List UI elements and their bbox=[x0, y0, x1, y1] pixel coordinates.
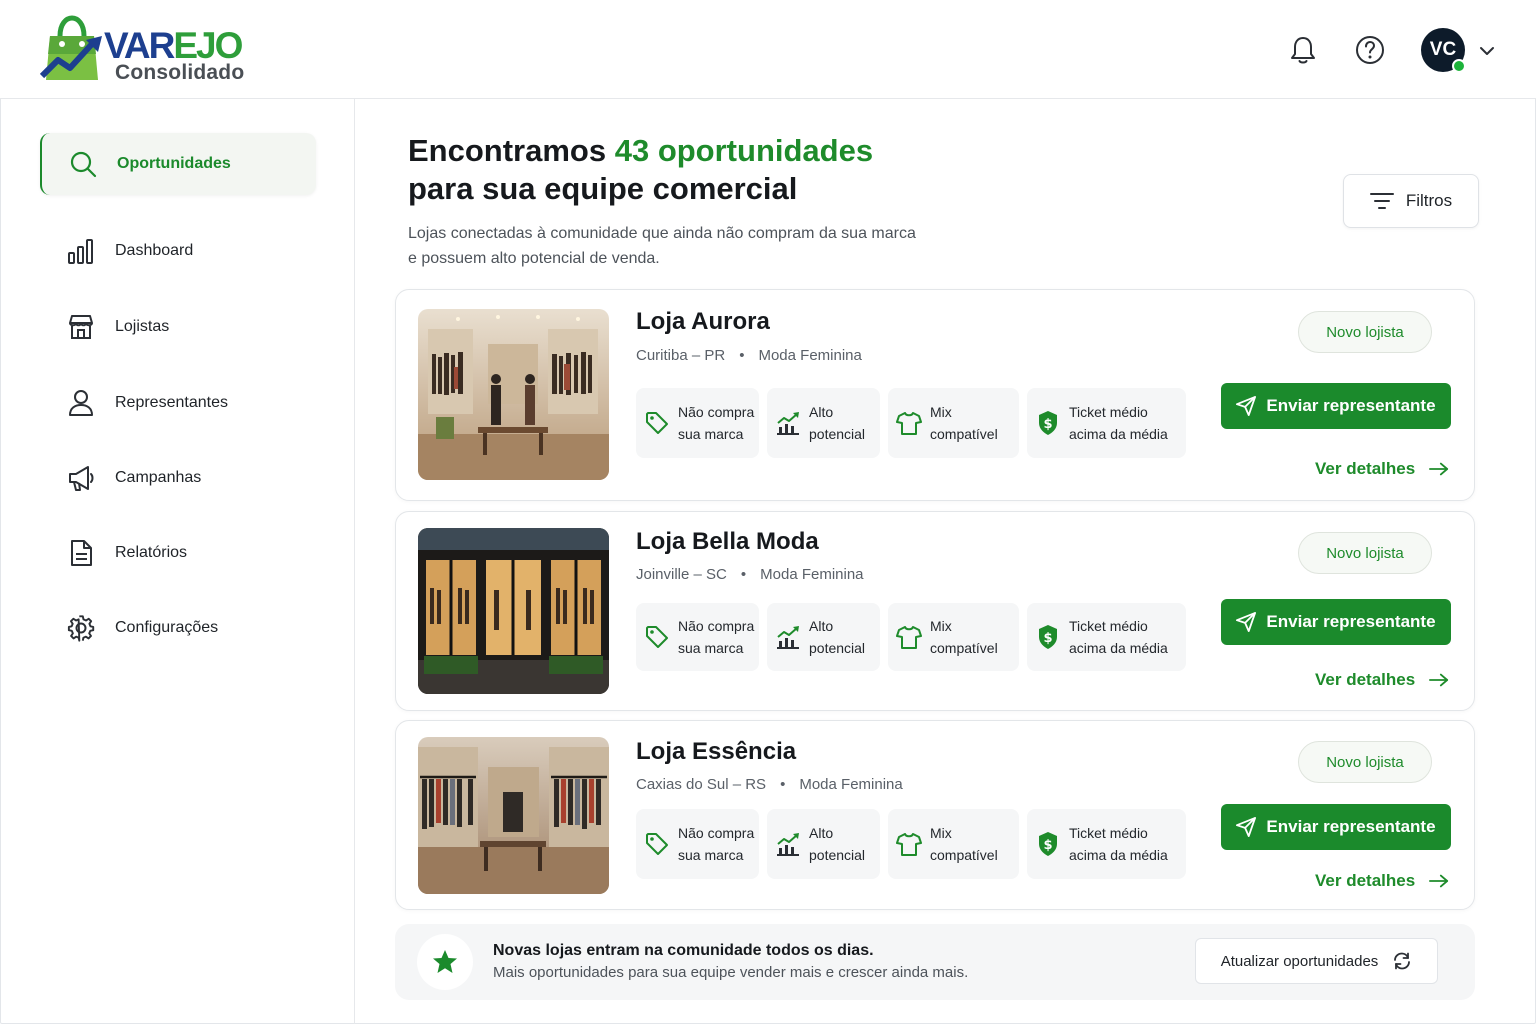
store-card[interactable]: Loja Essência Caxias do Sul – RS • Moda Fe… bbox=[395, 720, 1475, 910]
chip-mix-compativel: Mix compatível bbox=[888, 388, 1019, 458]
filters-label: Filtros bbox=[1405, 191, 1453, 210]
send-representative-button[interactable]: Enviar representante bbox=[1221, 383, 1451, 429]
search-icon bbox=[70, 151, 97, 178]
store-name[interactable]: Loja Essência bbox=[636, 738, 796, 766]
tshirt-icon bbox=[896, 410, 922, 436]
sidebar-item-label: Configurações bbox=[115, 619, 219, 636]
sidebar-item-label: Lojistas bbox=[115, 318, 170, 335]
chip-alto-potencial: Alto potencial bbox=[767, 388, 880, 458]
growth-chart-icon bbox=[775, 410, 801, 436]
chip-nao-compra: Não compra sua marca bbox=[636, 388, 759, 458]
status-badge: Novo lojista bbox=[1298, 532, 1432, 574]
document-icon bbox=[71, 540, 92, 566]
online-status-dot bbox=[1452, 59, 1466, 73]
send-representative-button[interactable]: Enviar representante bbox=[1221, 599, 1451, 645]
brand-wordmark: VAREJO bbox=[104, 25, 243, 66]
tag-icon bbox=[644, 624, 670, 650]
tag-icon bbox=[644, 410, 670, 436]
store-photo bbox=[418, 309, 609, 480]
filter-icon bbox=[1369, 193, 1394, 209]
sidebar-item-oportunidades[interactable]: Oportunidades bbox=[40, 133, 316, 195]
bell-icon[interactable] bbox=[1287, 34, 1319, 66]
tshirt-icon bbox=[896, 624, 922, 650]
growth-chart-icon bbox=[775, 831, 801, 857]
store-name[interactable]: Loja Bella Moda bbox=[636, 528, 819, 556]
banner-title: Novas lojas entram na comunidade todos o… bbox=[493, 942, 874, 959]
brand-tagline: Consolidado bbox=[115, 61, 245, 84]
view-details-link[interactable]: Ver detalhes bbox=[1315, 459, 1449, 479]
top-header: VAREJO Consolidado VC bbox=[0, 0, 1536, 99]
refresh-icon bbox=[1394, 952, 1411, 970]
shopping-bag-logo-icon bbox=[40, 15, 102, 80]
brand-logo[interactable]: VAREJO Consolidado bbox=[40, 14, 260, 86]
chip-nao-compra: Não compra sua marca bbox=[636, 809, 759, 879]
store-location: Curitiba – PR • Moda Feminina bbox=[636, 347, 862, 364]
megaphone-icon bbox=[69, 466, 94, 491]
chip-ticket-medio: Ticket médio acima da média bbox=[1027, 809, 1186, 879]
gear-icon bbox=[67, 615, 95, 642]
chip-nao-compra: Não compra sua marca bbox=[636, 603, 759, 671]
sidebar-item-campanhas[interactable]: Campanhas bbox=[40, 447, 316, 509]
chip-mix-compativel: Mix compatível bbox=[888, 809, 1019, 879]
chip-mix-compativel: Mix compatível bbox=[888, 603, 1019, 671]
info-banner: Novas lojas entram na comunidade todos o… bbox=[395, 924, 1475, 1000]
send-icon bbox=[1236, 612, 1256, 632]
help-icon[interactable] bbox=[1354, 34, 1386, 66]
refresh-label: Atualizar oportunidades bbox=[1220, 952, 1379, 970]
sidebar-item-lojistas[interactable]: Lojistas bbox=[40, 296, 316, 358]
arrow-right-icon bbox=[1429, 672, 1449, 688]
tshirt-icon bbox=[896, 831, 922, 857]
tag-icon bbox=[644, 831, 670, 857]
arrow-right-icon bbox=[1429, 461, 1449, 477]
store-card[interactable]: Loja Aurora Curitiba – PR • Moda Feminina … bbox=[395, 289, 1475, 501]
view-details-link[interactable]: Ver detalhes bbox=[1315, 871, 1449, 891]
sidebar-item-dashboard[interactable]: Dashboard bbox=[40, 220, 316, 282]
sidebar-item-relatorios[interactable]: Relatórios bbox=[40, 522, 316, 584]
store-photo bbox=[418, 528, 609, 694]
store-photo bbox=[418, 737, 609, 894]
chip-alto-potencial: Alto potencial bbox=[767, 809, 880, 879]
store-location: Joinville – SC • Moda Feminina bbox=[636, 566, 864, 583]
sidebar-item-label: Campanhas bbox=[115, 469, 202, 486]
banner-subtitle: Mais oportunidades para sua equipe vende… bbox=[493, 964, 969, 981]
chip-ticket-medio: Ticket médio acima da média bbox=[1027, 388, 1186, 458]
arrow-right-icon bbox=[1429, 873, 1449, 889]
sidebar-item-label: Representantes bbox=[115, 394, 228, 411]
chip-alto-potencial: Alto potencial bbox=[767, 603, 880, 671]
send-icon bbox=[1236, 817, 1256, 837]
sidebar: Oportunidades Dashboard Lojistas Represe… bbox=[0, 99, 355, 1024]
user-icon bbox=[69, 390, 93, 416]
status-badge: Novo lojista bbox=[1298, 311, 1432, 353]
page-subtitle: Lojas conectadas à comunidade que ainda … bbox=[408, 225, 916, 267]
send-representative-button[interactable]: Enviar representante bbox=[1221, 804, 1451, 850]
growth-chart-icon bbox=[775, 624, 801, 650]
store-name[interactable]: Loja Aurora bbox=[636, 308, 770, 336]
dollar-icon bbox=[1035, 624, 1061, 650]
chip-ticket-medio: Ticket médio acima da média bbox=[1027, 603, 1186, 671]
page-title: Encontramos 43 oportunidades para sua eq… bbox=[408, 133, 874, 206]
view-details-link[interactable]: Ver detalhes bbox=[1315, 670, 1449, 690]
bar-chart-icon bbox=[68, 239, 93, 264]
sidebar-item-label: Relatórios bbox=[115, 544, 188, 561]
send-icon bbox=[1236, 396, 1256, 416]
dollar-icon bbox=[1035, 410, 1061, 436]
star-badge bbox=[417, 934, 473, 990]
sidebar-item-configuracoes[interactable]: Configurações bbox=[40, 597, 316, 659]
store-icon bbox=[69, 315, 93, 339]
refresh-opportunities-button[interactable]: Atualizar oportunidades bbox=[1195, 938, 1438, 984]
star-icon bbox=[433, 950, 457, 973]
sidebar-item-label: Oportunidades bbox=[117, 155, 231, 172]
store-card[interactable]: Loja Bella Moda Joinville – SC • Moda Femi… bbox=[395, 511, 1475, 711]
sidebar-item-representantes[interactable]: Representantes bbox=[40, 372, 316, 434]
filters-button[interactable]: Filtros bbox=[1343, 174, 1479, 228]
chevron-down-icon[interactable] bbox=[1478, 42, 1496, 60]
dollar-icon bbox=[1035, 831, 1061, 857]
sidebar-item-label: Dashboard bbox=[115, 242, 194, 259]
store-location: Caxias do Sul – RS • Moda Feminina bbox=[636, 776, 903, 793]
status-badge: Novo lojista bbox=[1298, 741, 1432, 783]
